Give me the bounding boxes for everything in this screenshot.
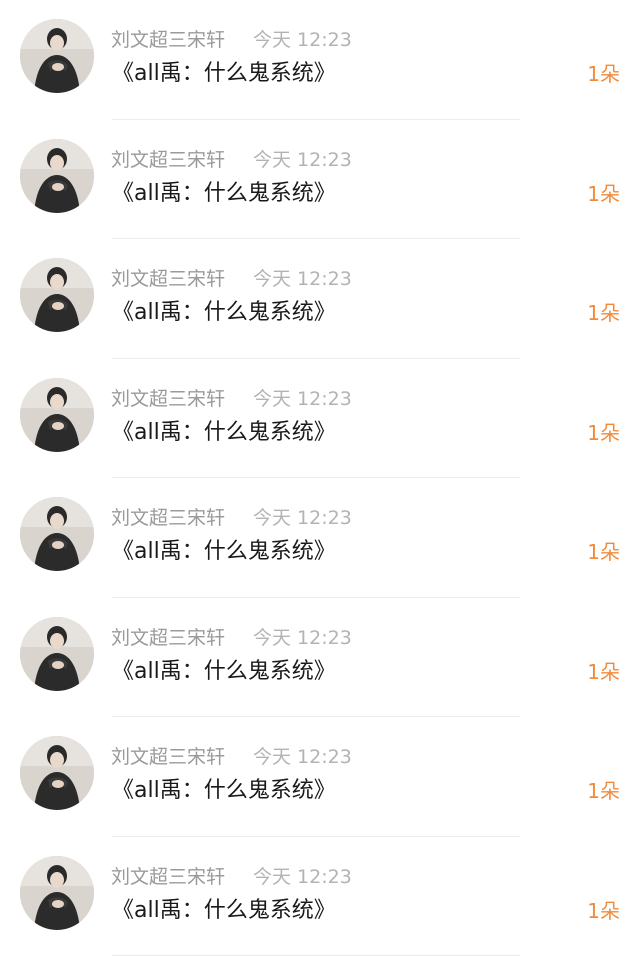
user-name[interactable]: 刘文超三宋轩 <box>111 27 225 53</box>
gift-count: 1朵 <box>587 299 620 327</box>
timestamp: 今天 12:23 <box>253 147 352 173</box>
gift-count: 1朵 <box>587 658 620 686</box>
message-text[interactable]: 《all禹：什么鬼系统》 <box>112 537 336 567</box>
user-name[interactable]: 刘文超三宋轩 <box>111 505 225 531</box>
timestamp: 今天 12:23 <box>253 27 352 53</box>
user-name[interactable]: 刘文超三宋轩 <box>111 744 225 770</box>
user-avatar-icon[interactable] <box>20 19 94 93</box>
user-name[interactable]: 刘文超三宋轩 <box>111 386 225 412</box>
list-item[interactable]: 刘文超三宋轩 今天 12:23 《all禹：什么鬼系统》 1朵 <box>0 239 640 359</box>
user-avatar-icon[interactable] <box>20 497 94 571</box>
timestamp: 今天 12:23 <box>253 505 352 531</box>
user-avatar-icon[interactable] <box>20 378 94 452</box>
timestamp: 今天 12:23 <box>253 386 352 412</box>
user-name[interactable]: 刘文超三宋轩 <box>111 864 225 890</box>
list-item[interactable]: 刘文超三宋轩 今天 12:23 《all禹：什么鬼系统》 1朵 <box>0 120 640 240</box>
gift-count: 1朵 <box>587 180 620 208</box>
list-item[interactable]: 刘文超三宋轩 今天 12:23 《all禹：什么鬼系统》 1朵 <box>0 0 640 120</box>
timestamp: 今天 12:23 <box>253 625 352 651</box>
message-text[interactable]: 《all禹：什么鬼系统》 <box>112 776 336 806</box>
user-avatar-icon[interactable] <box>20 617 94 691</box>
user-name[interactable]: 刘文超三宋轩 <box>111 147 225 173</box>
gift-count: 1朵 <box>587 777 620 805</box>
user-name[interactable]: 刘文超三宋轩 <box>111 625 225 651</box>
message-text[interactable]: 《all禹：什么鬼系统》 <box>112 59 336 89</box>
timestamp: 今天 12:23 <box>253 864 352 890</box>
message-text[interactable]: 《all禹：什么鬼系统》 <box>112 418 336 448</box>
user-avatar-icon[interactable] <box>20 139 94 213</box>
user-name[interactable]: 刘文超三宋轩 <box>111 266 225 292</box>
message-text[interactable]: 《all禹：什么鬼系统》 <box>112 179 336 209</box>
user-avatar-icon[interactable] <box>20 856 94 930</box>
user-avatar-icon[interactable] <box>20 258 94 332</box>
gift-count: 1朵 <box>587 419 620 447</box>
list-item[interactable]: 刘文超三宋轩 今天 12:23 《all禹：什么鬼系统》 1朵 <box>0 359 640 479</box>
gift-count: 1朵 <box>587 60 620 88</box>
timestamp: 今天 12:23 <box>253 744 352 770</box>
user-avatar-icon[interactable] <box>20 736 94 810</box>
list-item[interactable]: 刘文超三宋轩 今天 12:23 《all禹：什么鬼系统》 1朵 <box>0 717 640 837</box>
gift-count: 1朵 <box>587 538 620 566</box>
list-item[interactable]: 刘文超三宋轩 今天 12:23 《all禹：什么鬼系统》 1朵 <box>0 837 640 956</box>
list-item[interactable]: 刘文超三宋轩 今天 12:23 《all禹：什么鬼系统》 1朵 <box>0 478 640 598</box>
message-text[interactable]: 《all禹：什么鬼系统》 <box>112 896 336 926</box>
timestamp: 今天 12:23 <box>253 266 352 292</box>
list-item[interactable]: 刘文超三宋轩 今天 12:23 《all禹：什么鬼系统》 1朵 <box>0 598 640 718</box>
gift-count: 1朵 <box>587 897 620 925</box>
message-text[interactable]: 《all禹：什么鬼系统》 <box>112 298 336 328</box>
message-text[interactable]: 《all禹：什么鬼系统》 <box>112 657 336 687</box>
gift-record-list: 刘文超三宋轩 今天 12:23 《all禹：什么鬼系统》 1朵 刘文超三宋轩 今… <box>0 0 640 955</box>
